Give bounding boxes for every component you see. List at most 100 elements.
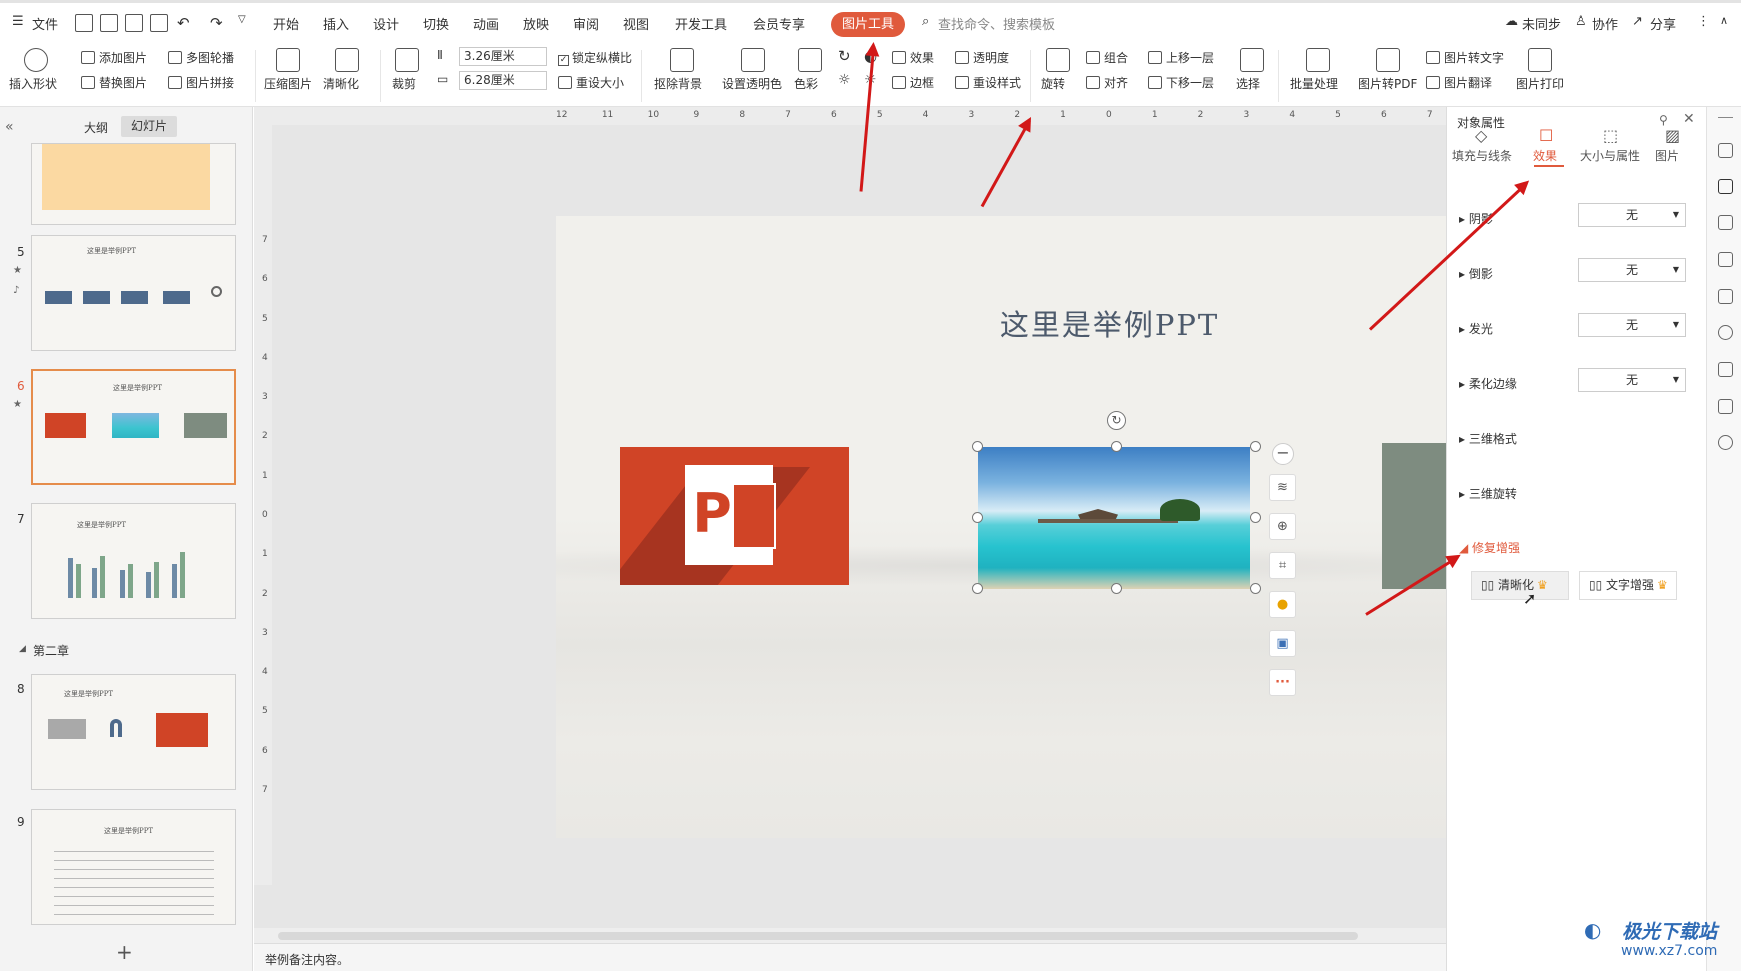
collapse-toolbar-icon[interactable]: − <box>1272 443 1294 465</box>
location-icon[interactable] <box>1718 325 1733 340</box>
select-button[interactable]: 选择 <box>1236 75 1260 92</box>
multi-outline-button[interactable]: 多图轮播 <box>168 49 234 66</box>
search-command-input[interactable]: 查找命令、搜索模板 <box>938 14 1055 33</box>
collapse-ribbon-icon[interactable]: ∧ <box>1720 14 1728 27</box>
color-button[interactable]: 色彩 <box>794 75 818 92</box>
brightness-icon[interactable]: ☼ <box>838 72 851 88</box>
tab-picture-tools[interactable]: 图片工具 <box>831 12 905 37</box>
crop-button[interactable]: 裁剪 <box>392 75 416 92</box>
resize-handle-se[interactable] <box>1250 583 1261 594</box>
send-backward-button[interactable]: 下移一层 <box>1148 74 1214 91</box>
lock-ratio-checkbox[interactable]: ✓ 锁定纵横比 <box>558 49 632 66</box>
powerpoint-logo-image[interactable]: P <box>620 447 849 585</box>
scrollbar-thumb[interactable] <box>278 932 1358 940</box>
slide-thumbnail-4[interactable] <box>31 143 236 225</box>
slide-thumbnail-7[interactable]: 这里是举例PPT <box>31 503 236 619</box>
zoom-in-icon[interactable]: ⊕ <box>1269 513 1296 540</box>
reset-size-button[interactable]: 重设大小 <box>558 74 624 91</box>
picture-print-button[interactable]: 图片打印 <box>1516 75 1564 92</box>
picture-splice-button[interactable]: 图片拼接 <box>168 74 234 91</box>
3d-rotation-row[interactable]: ▸ 三维旋转 <box>1459 485 1517 502</box>
notes-pane[interactable]: 举例备注内容。 <box>254 943 1446 971</box>
glow-row[interactable]: ▸ 发光 <box>1459 320 1493 337</box>
picture-to-pdf-button[interactable]: 图片转PDF <box>1358 75 1417 92</box>
redo-icon[interactable]: ↷ <box>210 14 223 32</box>
insert-shape-button[interactable]: 插入形状 <box>9 75 57 92</box>
image-frame-icon[interactable]: ▣ <box>1269 630 1296 657</box>
resize-handle-n[interactable] <box>1111 441 1122 452</box>
rotate-handle-icon[interactable]: ↻ <box>1107 411 1126 430</box>
tab-outline[interactable]: 大纲 <box>84 119 108 136</box>
replace-picture-button[interactable]: 替换图片 <box>81 74 147 91</box>
width-input[interactable]: 6.28厘米 <box>459 71 547 90</box>
tab-animation[interactable]: 动画 <box>473 14 499 33</box>
soft-edge-dropdown[interactable]: 无 ▼ <box>1578 368 1686 392</box>
reset-style-button[interactable]: 重设样式 <box>955 74 1021 91</box>
tab-picture[interactable]: 图片 <box>1637 147 1697 164</box>
picture-translate-button[interactable]: 图片翻译 <box>1426 74 1492 91</box>
resize-handle-ne[interactable] <box>1250 441 1261 452</box>
file-menu[interactable]: 文件 <box>32 14 58 33</box>
pin-icon[interactable]: ⚲ <box>1659 113 1668 127</box>
resize-handle-e[interactable] <box>1250 512 1261 523</box>
remove-background-button[interactable]: 抠除背景 <box>654 75 702 92</box>
tab-effect[interactable]: 效果 <box>1510 147 1580 164</box>
set-transparent-button[interactable]: 设置透明色 <box>722 75 782 92</box>
tab-review[interactable]: 审阅 <box>573 14 599 33</box>
cube-icon[interactable] <box>1718 399 1733 414</box>
rotate-button[interactable]: 旋转 <box>1041 75 1065 92</box>
add-slide-button[interactable]: + <box>116 940 133 964</box>
reflection-row[interactable]: ▸ 倒影 <box>1459 265 1493 282</box>
save-icon[interactable] <box>75 14 93 32</box>
group-button[interactable]: 组合 <box>1086 49 1128 66</box>
resize-handle-sw[interactable] <box>972 583 983 594</box>
book-icon[interactable] <box>1718 362 1733 377</box>
resize-handle-nw[interactable] <box>972 441 983 452</box>
rotate-left-icon[interactable]: ↻ <box>838 47 851 65</box>
crop-icon[interactable]: ⌗ <box>1269 552 1296 579</box>
add-picture-button[interactable]: 添加图片 <box>81 49 147 66</box>
repair-section-header[interactable]: ◢ 修复增强 <box>1459 539 1520 556</box>
sync-status[interactable]: 未同步 <box>1522 14 1561 33</box>
slide-thumbnail-9[interactable]: 这里是举例PPT <box>31 809 236 925</box>
align-button[interactable]: 对齐 <box>1086 74 1128 91</box>
border-button[interactable]: 边框 <box>892 74 934 91</box>
idea-bulb-icon[interactable]: ● <box>1269 591 1296 618</box>
slide-thumbnail-5[interactable]: 这里是举例PPT <box>31 235 236 351</box>
tab-slideshow[interactable]: 放映 <box>523 14 549 33</box>
export-icon[interactable] <box>100 14 118 32</box>
height-input[interactable]: 3.26厘米 <box>459 47 547 66</box>
transparency-button[interactable]: 透明度 <box>955 49 1009 66</box>
tab-slides[interactable]: 幻灯片 <box>121 116 177 137</box>
share-button[interactable]: 分享 <box>1650 14 1676 33</box>
section-title[interactable]: 第二章 <box>33 642 69 659</box>
section-collapse-icon[interactable]: ◢ <box>19 644 26 654</box>
tab-view[interactable]: 视图 <box>623 14 649 33</box>
undo-icon[interactable]: ↶ <box>177 14 190 32</box>
more-options-icon[interactable]: ··· <box>1269 669 1296 696</box>
sharpen-button[interactable]: 清晰化 <box>323 75 359 92</box>
preview-icon[interactable] <box>150 14 168 32</box>
batch-process-button[interactable]: 批量处理 <box>1290 75 1338 92</box>
tab-member[interactable]: 会员专享 <box>753 14 805 33</box>
resize-handle-w[interactable] <box>972 512 983 523</box>
settings-sliders-icon[interactable] <box>1718 179 1733 194</box>
soft-edge-row[interactable]: ▸ 柔化边缘 <box>1459 375 1517 392</box>
tab-insert[interactable]: 插入 <box>323 14 349 33</box>
tab-design[interactable]: 设计 <box>373 14 399 33</box>
resize-handle-s[interactable] <box>1111 583 1122 594</box>
animation-icon[interactable] <box>1718 215 1733 230</box>
help-icon[interactable] <box>1718 435 1733 450</box>
search-icon[interactable]: ⌕ <box>922 14 929 29</box>
3d-format-row[interactable]: ▸ 三维格式 <box>1459 430 1517 447</box>
horizontal-scrollbar[interactable] <box>254 928 1446 943</box>
close-icon[interactable]: ✕ <box>1683 111 1695 127</box>
notes-text[interactable]: 举例备注内容。 <box>265 951 349 968</box>
compress-picture-button[interactable]: 压缩图片 <box>264 75 312 92</box>
slide-thumbnail-8[interactable]: 这里是举例PPT <box>31 674 236 790</box>
effect-button[interactable]: 效果 <box>892 49 934 66</box>
sharpen-enhance-button[interactable]: ▯▯ 清晰化 ♛ <box>1471 571 1569 600</box>
properties-icon[interactable] <box>1718 143 1733 158</box>
collab-button[interactable]: 协作 <box>1592 14 1618 33</box>
slide-thumbnail-6[interactable]: 这里是举例PPT <box>31 369 236 485</box>
